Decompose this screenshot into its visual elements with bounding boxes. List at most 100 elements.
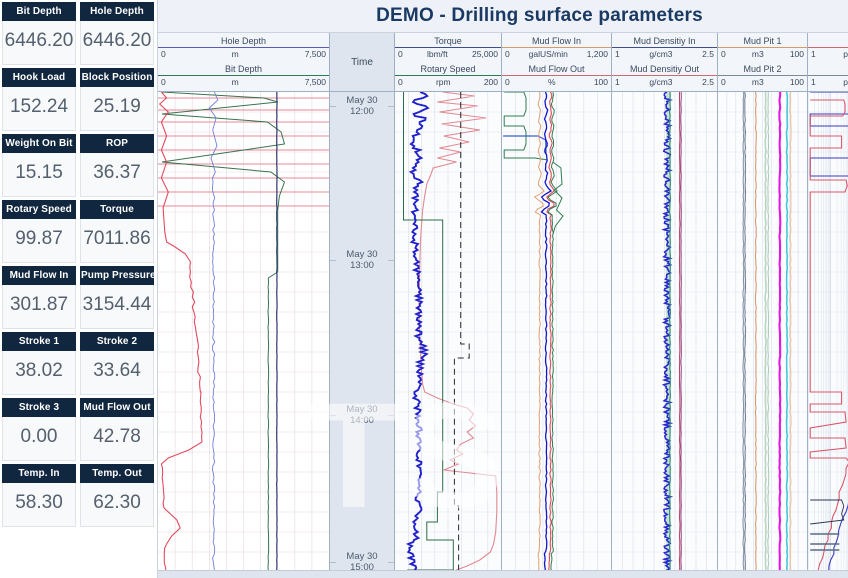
gauge-label: Block Position [80, 68, 154, 87]
track-header-torque[interactable]: Torque0lbm/ft25,000Rotary Speed0rpm200 [395, 33, 502, 91]
gauge-value: 58.30 [2, 483, 76, 527]
scale-unit: g/cm3 [620, 48, 702, 61]
gauge-label: Stroke 1 [2, 332, 76, 351]
curve-scale: 0m3100 [718, 76, 807, 89]
track-header-mudflow[interactable]: Mud Flow In0galUS/min1,200Mud Flow Out0%… [502, 33, 612, 91]
time-label: May 3012:00 [330, 95, 394, 117]
track-headers: Hole Depth0m7,500Bit Depth0m7,500TimeTor… [158, 33, 848, 92]
gauge-value: 36.37 [80, 153, 154, 197]
time-label-date: May 30 [330, 95, 394, 106]
parameter-sidebar: Bit Depth6446.20Hole Depth6446.20Hook Lo… [0, 0, 157, 578]
scale-unit: galUS/min [510, 48, 587, 61]
curve-scale: 0lbm/ft25,000 [395, 48, 501, 61]
gauge-mud-flow-in[interactable]: Mud Flow In301.87 [2, 266, 76, 329]
scale-max: 7,500 [305, 76, 326, 89]
curve-scale: 0m3100 [718, 48, 807, 61]
gauge-label: Hook Load [2, 68, 76, 87]
gauge-label: ROP [80, 134, 154, 153]
curve-name: Hole Depth [158, 33, 329, 47]
track-header-muddensity[interactable]: Mud Densitiy In 1g/cm32.5Mud Densitiy Out… [612, 33, 718, 91]
time-label-time: 13:00 [330, 260, 394, 271]
page-title-bar: DEMO - Drilling surface parameters [158, 0, 848, 33]
curve-scale: 0m7,500 [158, 48, 329, 61]
gauge-pump-pressure[interactable]: Pump Pressure3154.44 [80, 266, 154, 329]
curve-name: Mud Pit 1 [718, 33, 807, 47]
scale-max: 200 [484, 76, 498, 89]
gauge-temp-in[interactable]: Temp. In58.30 [2, 464, 76, 527]
plot-curves-mudpit [718, 92, 807, 578]
track-header-mudpit[interactable]: Mud Pit 10m3100Mud Pit 20m3100 [718, 33, 808, 91]
plot-curves-torque [395, 92, 501, 578]
gauge-torque[interactable]: Torque7011.86 [80, 200, 154, 263]
curve-scale: 1g/cm32.5 [612, 76, 717, 89]
gauge-row: Stroke 30.00Mud Flow Out42.78 [2, 398, 155, 461]
plot-track-mudflow[interactable] [502, 92, 612, 578]
gauge-value: 7011.86 [80, 219, 154, 263]
scale-unit: % [510, 76, 594, 89]
gauge-value: 38.02 [2, 351, 76, 395]
gauge-row: Hook Load152.24Block Position25.19 [2, 68, 155, 131]
scale-max: 7,500 [305, 48, 326, 61]
gauge-weight-on-bit[interactable]: Weight On Bit15.15 [2, 134, 76, 197]
track-header-depth[interactable]: Hole Depth0m7,500Bit Depth0m7,500 [158, 33, 330, 91]
curve-name: Mud Flow In [502, 33, 611, 47]
plot-track-gas[interactable] [808, 92, 848, 578]
gauge-value: 33.64 [80, 351, 154, 395]
gauge-rop[interactable]: ROP36.37 [80, 134, 154, 197]
scale-max: 100 [594, 76, 608, 89]
gauge-label: Temp. Out [80, 464, 154, 483]
scale-max: 2.5 [702, 76, 714, 89]
page-title: DEMO - Drilling surface parameters [376, 5, 703, 27]
track-header-gas[interactable]: C11ppm100,000C31ppm100,000 [808, 33, 848, 91]
gauge-stroke-3[interactable]: Stroke 30.00 [2, 398, 76, 461]
gauge-bit-depth[interactable]: Bit Depth6446.20 [2, 2, 76, 65]
scale-max: 2.5 [702, 48, 714, 61]
plot-track-depth[interactable] [158, 92, 330, 578]
plot-track-mudpit[interactable] [718, 92, 808, 578]
gauge-row: Weight On Bit15.15ROP36.37 [2, 134, 155, 197]
gauge-value: 99.87 [2, 219, 76, 263]
curve-name: Mud Densitiy In [612, 33, 717, 47]
gauge-label: Mud Flow Out [80, 398, 154, 417]
log-chart-area: DEMO - Drilling surface parameters Hole … [157, 0, 848, 578]
plot-track-muddensity[interactable] [612, 92, 718, 578]
gauge-value: 25.19 [80, 87, 154, 131]
time-axis-track[interactable]: May 3012:00May 3013:00May 3014:00May 301… [330, 92, 395, 578]
gauge-rotary-speed[interactable]: Rotary Speed99.87 [2, 200, 76, 263]
gauge-label: Bit Depth [2, 2, 76, 21]
plot-curves-muddensity [612, 92, 717, 578]
gauge-stroke-1[interactable]: Stroke 138.02 [2, 332, 76, 395]
gauge-value: 301.87 [2, 285, 76, 329]
plot-track-torque[interactable] [395, 92, 502, 578]
gauge-row: Rotary Speed99.87Torque7011.86 [2, 200, 155, 263]
gauge-row: Mud Flow In301.87Pump Pressure3154.44 [2, 266, 155, 329]
curve-scale: 1ppm100,000 [808, 48, 848, 61]
gauge-temp-out[interactable]: Temp. Out62.30 [80, 464, 154, 527]
curve-scale: 0%100 [502, 76, 611, 89]
scale-unit: ppm [816, 48, 848, 61]
gauge-label: Pump Pressure [80, 266, 154, 285]
gauge-hook-load[interactable]: Hook Load152.24 [2, 68, 76, 131]
gauge-stroke-2[interactable]: Stroke 233.64 [80, 332, 154, 395]
gauge-mud-flow-out[interactable]: Mud Flow Out42.78 [80, 398, 154, 461]
gauge-label: Temp. In [2, 464, 76, 483]
curve-name: Bit Depth [158, 61, 329, 75]
time-label-time: 12:00 [330, 106, 394, 117]
gauge-block-position[interactable]: Block Position25.19 [80, 68, 154, 131]
time-label: May 3013:00 [330, 249, 394, 271]
gauge-hole-depth[interactable]: Hole Depth6446.20 [80, 2, 154, 65]
curve-scale: 0galUS/min1,200 [502, 48, 611, 61]
time-label-date: May 30 [330, 551, 394, 562]
gauge-value: 0.00 [2, 417, 76, 461]
gauge-value: 42.78 [80, 417, 154, 461]
curve-name: Mud Flow Out [502, 61, 611, 75]
scale-unit: m [166, 48, 305, 61]
time-axis-header: Time [330, 33, 395, 91]
scale-unit: rpm [403, 76, 484, 89]
plot-curves-depth [158, 92, 329, 578]
curve-name: Rotary Speed [395, 61, 501, 75]
track-plots: May 3012:00May 3013:00May 3014:00May 301… [158, 92, 848, 578]
scale-unit: m [166, 76, 305, 89]
curve-name: Mud Densitiy Out [612, 61, 717, 75]
gauge-label: Weight On Bit [2, 134, 76, 153]
